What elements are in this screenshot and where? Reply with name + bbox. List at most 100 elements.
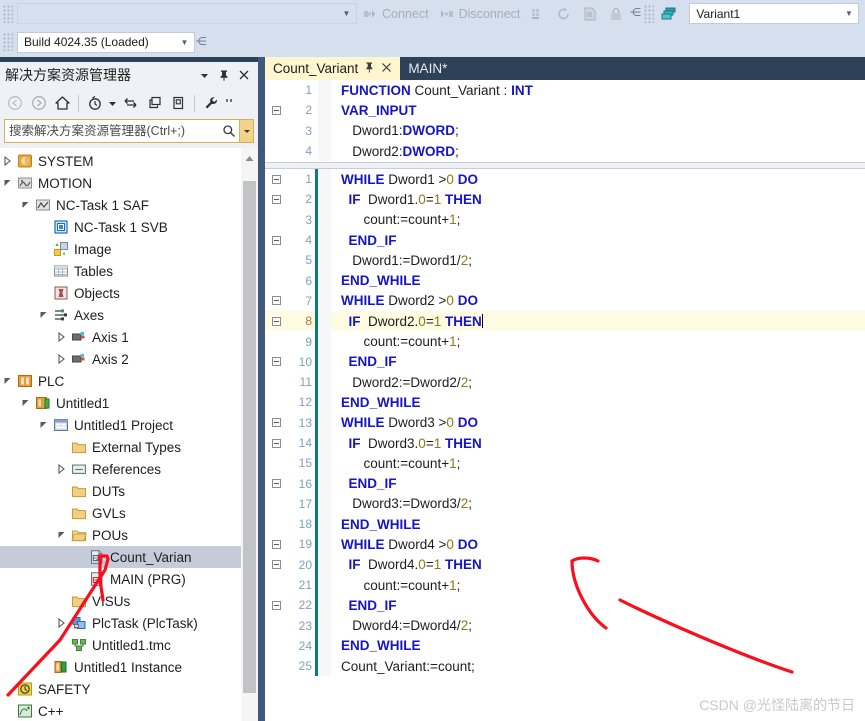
code-line[interactable]: 1 FUNCTION Count_Variant : INT — [265, 80, 865, 101]
overflow-icon[interactable] — [223, 92, 235, 115]
build-combo[interactable]: Build 4024.35 (Loaded) ▼ — [17, 31, 195, 53]
toolbar-overflow-icon-2[interactable]: ⋲ — [195, 36, 207, 48]
tree-item[interactable]: Axis 2 — [0, 348, 241, 370]
forward-icon[interactable] — [27, 92, 50, 115]
editor-tab[interactable]: MAIN* — [400, 57, 455, 80]
toolbar-grip-3[interactable] — [3, 33, 13, 51]
code-line[interactable]: 25 Count_Variant:=count; — [265, 656, 865, 677]
code-line[interactable]: 3 Dword1:DWORD; — [265, 120, 865, 141]
connect-button[interactable]: Connect — [357, 2, 434, 25]
editor-tab[interactable]: Count_Variant — [265, 57, 401, 80]
declaration-pane[interactable]: 1 FUNCTION Count_Variant : INT 2 VAR_INPUT 3… — [265, 80, 865, 162]
search-icon[interactable] — [219, 124, 239, 138]
tree-item[interactable]: Objects — [0, 282, 241, 304]
reload-button[interactable] — [551, 2, 577, 25]
code-line[interactable]: 14 IF Dword3.0=1 THEN — [265, 432, 865, 454]
tree-vertical-scrollbar[interactable] — [241, 148, 258, 721]
close-icon[interactable] — [234, 65, 254, 85]
expander-expanded-icon[interactable] — [0, 178, 15, 188]
tree-item[interactable]: Axes — [0, 304, 241, 326]
variants-button[interactable] — [656, 2, 684, 25]
code-line[interactable]: 10 END_IF — [265, 351, 865, 372]
scrollbar-thumb[interactable] — [243, 181, 256, 693]
code-line[interactable]: 16 END_IF — [265, 473, 865, 494]
expander-expanded-icon[interactable] — [54, 530, 69, 540]
search-options-dropdown[interactable] — [239, 120, 253, 142]
expander-collapsed-icon[interactable] — [54, 332, 69, 342]
code-line[interactable]: 11 Dword2:=Dword2/2; — [265, 371, 865, 393]
tree-item[interactable]: Count_Varian — [0, 546, 241, 568]
back-icon[interactable] — [3, 92, 26, 115]
code-line[interactable]: 17 Dword3:=Dword3/2; — [265, 493, 865, 515]
tree-item[interactable]: PlcTask (PlcTask) — [0, 612, 241, 634]
code-line[interactable]: 1 WHILE Dword1 >0 DO — [265, 169, 865, 190]
code-line[interactable]: 2 IF Dword1.0=1 THEN — [265, 189, 865, 210]
tab-close-icon[interactable] — [381, 62, 392, 76]
pin-icon[interactable] — [214, 65, 234, 85]
fold-toggle-icon[interactable] — [265, 316, 287, 326]
code-line[interactable]: 21 count:=count+1; — [265, 574, 865, 596]
tree-item[interactable]: Image — [0, 238, 241, 260]
code-line[interactable]: 5 Dword1:=Dword1/2; — [265, 250, 865, 271]
solution-tree[interactable]: SYSTEM MOTION NC-Task 1 SAF NC-Task 1 SVB Im… — [0, 148, 241, 721]
tree-item[interactable]: SYSTEM — [0, 150, 241, 172]
expander-expanded-icon[interactable] — [18, 398, 33, 408]
code-line[interactable]: 20 IF Dword4.0=1 THEN — [265, 554, 865, 575]
code-line[interactable]: 23 Dword4:=Dword4/2; — [265, 615, 865, 636]
pending-changes-icon[interactable] — [83, 92, 106, 115]
fold-toggle-icon[interactable] — [265, 194, 287, 204]
fold-toggle-icon[interactable] — [265, 357, 287, 367]
fold-toggle-icon[interactable] — [265, 174, 287, 184]
code-line[interactable]: 4 Dword2:DWORD; — [265, 140, 865, 162]
show-all-files-icon[interactable] — [167, 92, 190, 115]
code-line[interactable]: 19 WHILE Dword4 >0 DO — [265, 534, 865, 555]
expander-expanded-icon[interactable] — [18, 200, 33, 210]
tree-item[interactable]: Untitled1.tmc — [0, 634, 241, 656]
code-line[interactable]: 22 END_IF — [265, 595, 865, 616]
tree-item[interactable]: DUTs — [0, 480, 241, 502]
code-line[interactable]: 3 count:=count+1; — [265, 209, 865, 230]
fold-toggle-icon[interactable] — [265, 235, 287, 245]
tree-item[interactable]: GVLs — [0, 502, 241, 524]
expander-collapsed-icon[interactable] — [54, 618, 69, 628]
fold-toggle-icon[interactable] — [265, 479, 287, 489]
code-line[interactable]: 8 IF Dword2.0=1 THEN — [265, 311, 865, 332]
expander-collapsed-icon[interactable] — [0, 156, 15, 166]
collapse-all-icon[interactable] — [143, 92, 166, 115]
code-line[interactable]: 13 WHILE Dword3 >0 DO — [265, 412, 865, 433]
activate-configuration-button[interactable] — [577, 2, 603, 25]
tree-item[interactable]: SAFETY — [0, 678, 241, 700]
lock-button[interactable] — [603, 2, 629, 25]
tab-pin-icon[interactable] — [364, 61, 375, 76]
code-line[interactable]: 6 END_WHILE — [265, 270, 865, 291]
target-system-combo[interactable]: ▼ — [17, 3, 357, 24]
expander-collapsed-icon[interactable] — [54, 354, 69, 364]
scroll-up-arrow-icon[interactable] — [241, 150, 258, 167]
tree-item[interactable]: Untitled1 Project — [0, 414, 241, 436]
tree-item[interactable]: POUs — [0, 524, 241, 546]
expander-expanded-icon[interactable] — [0, 376, 15, 386]
tree-item[interactable]: Axis 1 — [0, 326, 241, 348]
fold-toggle-icon[interactable] — [265, 560, 287, 570]
implementation-pane[interactable]: 1 WHILE Dword1 >0 DO 2 IF Dword1.0=1 THEN 3… — [265, 169, 865, 721]
search-input[interactable] — [5, 120, 219, 142]
chevron-down-icon[interactable] — [107, 92, 118, 115]
toolbar-overflow-icon[interactable]: ⋲ — [629, 8, 641, 19]
declaration-implementation-splitter[interactable] — [265, 162, 865, 169]
tree-item[interactable]: VISUs — [0, 590, 241, 612]
disconnect-button[interactable]: Disconnect — [434, 2, 526, 25]
code-line[interactable]: 24 END_WHILE — [265, 635, 865, 657]
code-line[interactable]: 12 END_WHILE — [265, 392, 865, 413]
code-line[interactable]: 18 END_WHILE — [265, 514, 865, 535]
solution-explorer-search[interactable] — [4, 119, 254, 143]
tree-item[interactable]: NC-Task 1 SAF — [0, 194, 241, 216]
fold-toggle-icon[interactable] — [265, 105, 287, 115]
tree-item[interactable]: PLC — [0, 370, 241, 392]
code-line[interactable]: 2 VAR_INPUT — [265, 100, 865, 121]
tree-item[interactable]: MAIN (PRG) — [0, 568, 241, 590]
sync-icon[interactable] — [119, 92, 142, 115]
fold-toggle-icon[interactable] — [265, 418, 287, 428]
fold-toggle-icon[interactable] — [265, 296, 287, 306]
home-icon[interactable] — [51, 92, 74, 115]
toolbar-grip-2[interactable] — [644, 4, 655, 23]
